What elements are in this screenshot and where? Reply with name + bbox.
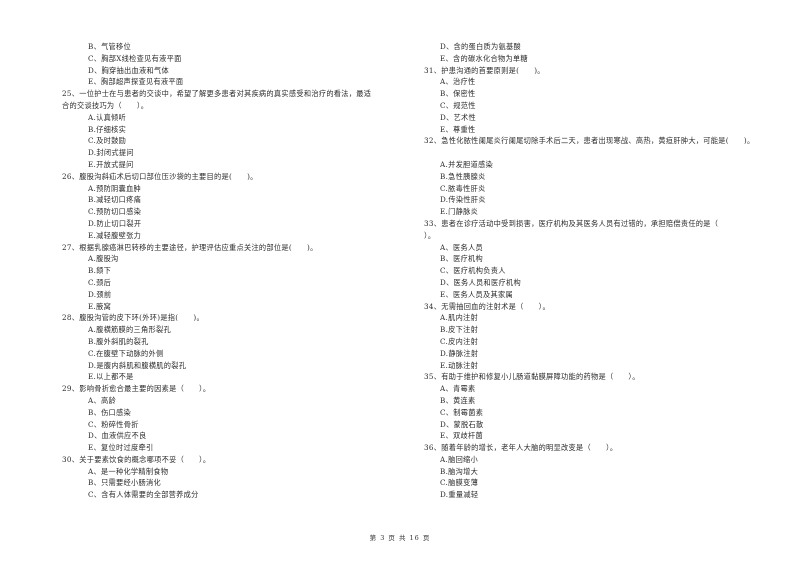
answer-option: C.及时鼓励 <box>88 136 127 146</box>
answer-option: E.减轻腹壁张力 <box>88 230 142 240</box>
answer-option: B.皮下注射 <box>440 325 479 335</box>
answer-option: A、青霉素 <box>440 384 476 394</box>
answer-option: B.急性胰腺炎 <box>440 171 486 181</box>
answer-option: B.仔细核实 <box>88 124 127 134</box>
answer-option: A.腹横筋膜的三角形裂孔 <box>88 325 171 335</box>
answer-option: B.颌下 <box>88 266 112 276</box>
answer-option: C.脑膜变薄 <box>440 478 479 488</box>
answer-option: D、艺术性 <box>440 112 477 122</box>
answer-option: B、气管移位 <box>88 42 132 51</box>
question-stem: 36、随着年龄的增长，老年人大脑的明显改变是（ ）。 <box>424 443 618 453</box>
question-stem: 29、影响骨折愈合最主要的因素是（ ）。 <box>62 384 211 394</box>
answer-option: B、保密性 <box>440 89 476 99</box>
question-stem: 33、患者在诊疗活动中受到损害，医疗机构及其医务人员有过错的，承担赔偿责任的是（ <box>424 218 719 228</box>
answer-option: C、含有人体需要的全部营养成分 <box>88 490 199 500</box>
answer-option: B、医疗机构 <box>440 254 484 264</box>
answer-option: B、伤口感染 <box>88 407 132 417</box>
answer-option: A.腹股沟 <box>88 254 119 264</box>
answer-option: D、血液供应不良 <box>88 431 147 441</box>
question-stem: 31、护患沟通的首要原则是( )。 <box>424 65 545 75</box>
answer-option: D.传染性肝炎 <box>440 195 486 205</box>
question-continuation: 合的交谈技巧为（ ）。 <box>62 100 149 110</box>
answer-option: D.颈前 <box>88 289 112 299</box>
answer-option: E.门静脉炎 <box>440 207 479 217</box>
answer-option: E.开放式提问 <box>88 159 134 169</box>
answer-option: D.防止切口裂开 <box>88 218 142 228</box>
answer-option: C、规范性 <box>440 100 476 110</box>
answer-option: C.颈后 <box>88 277 112 287</box>
answer-option: A.并发胆道感染 <box>440 159 494 169</box>
answer-option: D、含的蛋白质为氨基酸 <box>440 42 521 51</box>
question-continuation: ）。 <box>424 230 436 240</box>
answer-option: A、高龄 <box>88 395 116 405</box>
answer-option: C、粉碎性骨折 <box>88 419 139 429</box>
answer-option: E、医务人员及其家属 <box>440 289 513 299</box>
question-stem: 32、急性化脓性阑尾炎行阑尾切除手术后二天，患者出现寒战、高热，黄疸肝肿大，可能… <box>424 136 755 146</box>
answer-option: E.腋窝 <box>88 301 112 311</box>
right-column: D、含的蛋白质为氨基酸 E、含的碳水化合物为单糖 31、护患沟通的首要原则是( )。… <box>424 41 784 501</box>
question-stem: 26、腹股沟斜疝术后切口部位压沙袋的主要目的是( )。 <box>62 171 258 181</box>
question-stem: 25、一位护士在与患者的交谈中，希望了解更多患者对其疾病的真实感受和治疗的看法，… <box>62 89 372 99</box>
answer-option: C、制霉菌素 <box>440 407 484 417</box>
answer-option: A、是一种化学精制食物 <box>88 466 169 476</box>
answer-option: D.静脉注射 <box>440 348 479 358</box>
answer-option: E.动脉注射 <box>440 360 479 370</box>
question-stem: 27、根据乳腺癌淋巴转移的主要途径，护理评估应重点关注的部位是( )。 <box>62 242 318 252</box>
answer-option: E、尊重性 <box>440 124 476 134</box>
answer-option: D、蒙脱石散 <box>440 419 484 429</box>
answer-option: B、只需要经小肠消化 <box>88 478 161 488</box>
answer-option: E.以上都不是 <box>88 372 134 382</box>
page-footer: 第 3 页 共 16 页 <box>369 534 431 542</box>
answer-option: B、黄连素 <box>440 395 476 405</box>
answer-option: C.皮内注射 <box>440 336 479 346</box>
question-stem: 30、关于要素饮食的概念哪项不妥（ ）。 <box>62 454 211 464</box>
answer-option: C、医疗机构负责人 <box>440 266 506 276</box>
answer-option: B.脑沟增大 <box>440 466 479 476</box>
answer-option: D、医务人员和医疗机构 <box>440 277 521 287</box>
answer-option: A.认真倾听 <box>88 112 127 122</box>
answer-option: C.在腹壁下动脉的外侧 <box>88 348 164 358</box>
answer-option: A、医务人员 <box>440 242 483 252</box>
answer-option: E、复位时过度牵引 <box>88 443 154 453</box>
answer-option: E、双歧杆菌 <box>440 431 483 441</box>
question-stem: 28、腹股沟管的皮下环(外环)是指( )。 <box>62 313 204 323</box>
answer-option: D、胸穿抽出血液和气体 <box>88 65 169 75</box>
question-stem: 35、有助于维护和修复小儿肠道黏膜屏障功能的药物是（ ）。 <box>424 372 640 382</box>
answer-option: A、治疗性 <box>440 77 476 87</box>
answer-option: C、胸部X线检查见有液平面 <box>88 53 182 63</box>
answer-option: D.是腹内斜肌和腹横肌的裂孔 <box>88 360 187 370</box>
answer-option: B.腹外斜肌的裂孔 <box>88 336 149 346</box>
answer-option: D.封闭式提问 <box>88 148 134 158</box>
answer-option: A.肌内注射 <box>440 313 479 323</box>
answer-option: B.减轻切口疼痛 <box>88 195 142 205</box>
answer-option: D.重量减轻 <box>440 490 479 500</box>
answer-option: C.脓毒性肝炎 <box>440 183 486 193</box>
question-stem: 34、无需抽回血的注射术是（ ）。 <box>424 301 550 311</box>
left-column: B、气管移位 C、胸部X线检查见有液平面 D、胸穿抽出血液和气体 E、胸部超声探查见有… <box>62 41 407 501</box>
answer-option: E、含的碳水化合物为单糖 <box>440 53 528 63</box>
answer-option: A.脑回缩小 <box>440 454 479 464</box>
answer-option: C.预防切口感染 <box>88 207 142 217</box>
answer-option: A.预防阴囊血肿 <box>88 183 142 193</box>
answer-option: E、胸部超声探查见有液平面 <box>88 77 184 87</box>
